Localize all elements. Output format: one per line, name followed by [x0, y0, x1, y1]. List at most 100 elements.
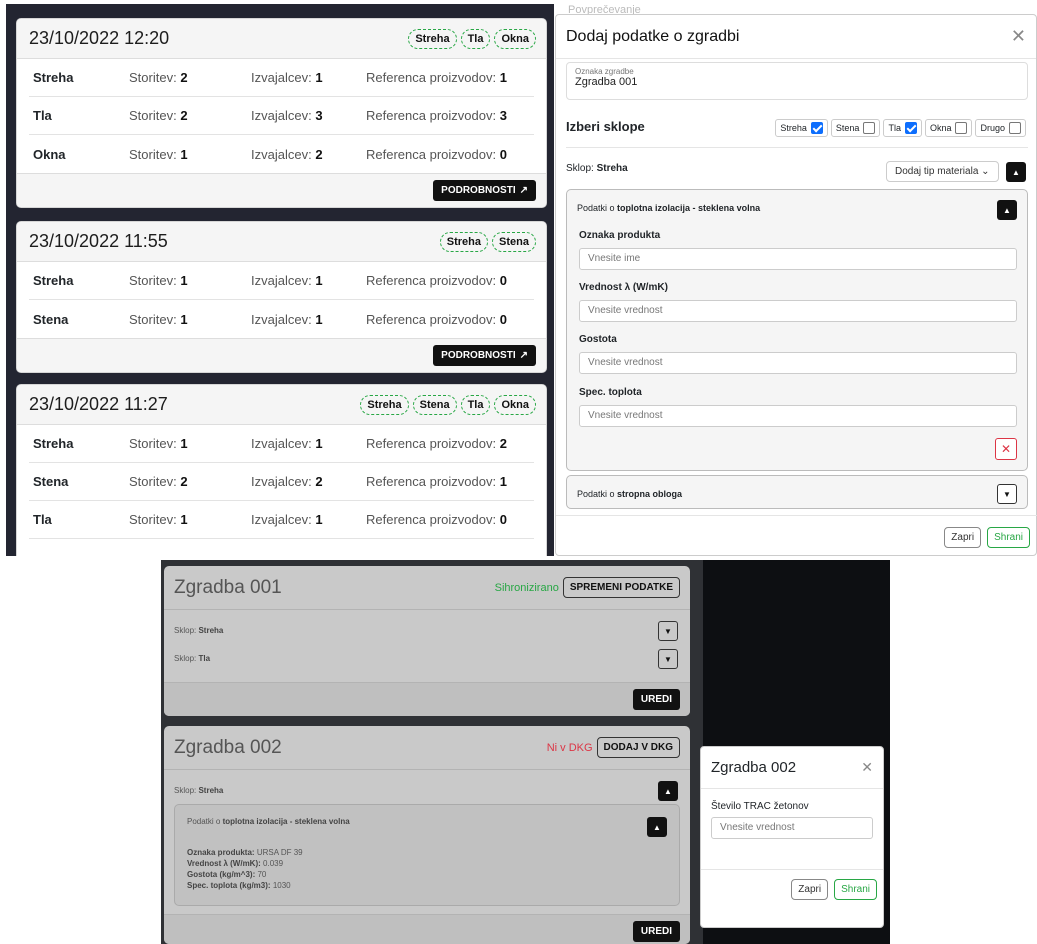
storitev-value: 1 [180, 146, 188, 162]
building-header: Zgradba 002 Ni v DKG DODAJ V DKG [164, 726, 690, 770]
row-name: Streha [33, 70, 74, 85]
delete-button[interactable]: ✕ [995, 438, 1017, 460]
material-title: Podatki o toplotna izolacija - steklena … [187, 817, 350, 826]
details-label: PODROBNOSTI [441, 350, 516, 361]
detail-value: 0.039 [263, 859, 284, 868]
modal-footer: Zapri Shrani [791, 879, 877, 900]
tag-badge: Okna [494, 394, 536, 415]
izvajalcev-label: Izvajalcev: [251, 512, 312, 527]
material-panel: Podatki o toplotna izolacija - steklena … [566, 189, 1028, 471]
detail-key: Oznaka produkta [187, 848, 252, 857]
izvajalcev-value: 1 [315, 70, 323, 85]
lambda-input[interactable]: Vnesite vrednost [579, 300, 1017, 322]
report-date: 23/10/2022 11:55 [29, 231, 168, 251]
external-link-icon: ↗ [519, 350, 528, 361]
field-label: Oznaka produkta [579, 230, 661, 241]
sklop-row: Sklop: Streha [174, 626, 223, 635]
field-label: Spec. toplota [579, 387, 642, 398]
detail-list: Oznaka produkta: URSA DF 39 Vrednost λ (… [187, 847, 303, 891]
detail-key: Vrednost λ (W/mK) [187, 859, 259, 868]
report-card-header: 23/10/2022 12:20 Streha Tla Okna [17, 19, 546, 59]
checkbox-drugo[interactable]: Drugo [975, 119, 1026, 137]
sklop-prefix: Sklop: [566, 163, 594, 174]
caret-down-icon: ▼ [664, 626, 672, 636]
checkbox-stena[interactable]: Stena [830, 119, 881, 137]
caret-down-icon: ▼ [664, 654, 672, 664]
izvajalcev-value: 2 [315, 474, 323, 489]
sklop-prefix: Sklop: [174, 786, 197, 795]
checkbox-unchecked [955, 122, 968, 134]
collapse-button[interactable]: ▲ [658, 781, 678, 801]
collapse-button[interactable]: ▲ [1006, 162, 1026, 182]
modal-footer: Zapri Shrani [944, 527, 1030, 548]
edit-data-button[interactable]: SPREMENI PODATKE [562, 577, 680, 598]
close-button[interactable]: Zapri [791, 879, 829, 900]
field-label: Vrednost λ (W/mK) [579, 282, 668, 293]
save-button[interactable]: Shrani [834, 879, 877, 900]
sections-checkboxes: Streha Stena Tla Okna Drugo [772, 119, 1026, 137]
storitev-label: Storitev: [129, 311, 177, 327]
storitev-value: 2 [180, 108, 188, 123]
product-name-input[interactable]: Vnesite ime [579, 248, 1017, 270]
storitev-value: 1 [180, 512, 188, 527]
material-name: toplotna izolacija - steklena volna [617, 203, 761, 213]
expand-button[interactable]: ▼ [658, 649, 678, 669]
close-icon: ✕ [1000, 442, 1012, 456]
row-name: Tla [33, 512, 52, 527]
edit-button[interactable]: UREDI [632, 921, 680, 942]
tokens-input[interactable]: Vnesite vrednost [711, 817, 873, 839]
caret-down-icon: ▼ [1003, 489, 1011, 499]
external-link-icon: ↗ [519, 185, 528, 196]
close-button[interactable]: Zapri [944, 527, 982, 548]
sklop-value: Tla [198, 654, 211, 663]
detail-value: 1030 [272, 881, 291, 890]
detail-item: Spec. toplota (kg/m3): 1030 [187, 881, 291, 890]
izvajalcev-value: 2 [315, 146, 323, 162]
collapse-material-button[interactable]: ▲ [997, 200, 1017, 220]
close-icon[interactable]: ✕ [1011, 26, 1026, 47]
izvajalcev-label: Izvajalcev: [251, 146, 312, 162]
detail-key: Spec. toplota (kg/m3) [187, 881, 268, 890]
details-button[interactable]: PODROBNOSTI ↗ [433, 345, 536, 366]
sklop-value: Streha [198, 786, 224, 795]
material-name: stropna obloga [617, 489, 683, 499]
row-name: Streha [33, 273, 74, 288]
sklop-prefix: Sklop: [174, 626, 197, 635]
izvajalcev-value: 1 [315, 311, 323, 327]
material-type-select[interactable]: Dodaj tip materiala ⌄ [886, 161, 999, 182]
checkbox-label: Streha [780, 123, 807, 133]
close-icon[interactable]: ✕ [861, 759, 873, 776]
checkbox-streha[interactable]: Streha [775, 119, 828, 137]
table-row: Tla Storitev: 2 Izvajalcev: 3 Referenca pro… [29, 97, 534, 135]
storitev-value: 1 [180, 436, 188, 451]
details-label: PODROBNOSTI [441, 185, 516, 196]
building-card: Zgradba 002 Ni v DKG DODAJ V DKG Sklop: … [164, 726, 690, 944]
expand-button[interactable]: ▼ [658, 621, 678, 641]
edit-button[interactable]: UREDI [632, 689, 680, 710]
building-label-field[interactable]: Oznaka zgradbe Zgradba 001 [566, 62, 1028, 100]
save-button[interactable]: Shrani [987, 527, 1030, 548]
expand-material-button[interactable]: ▼ [997, 484, 1017, 504]
checkbox-tla[interactable]: Tla [883, 119, 922, 137]
checkbox-unchecked [863, 122, 876, 134]
add-dkg-button[interactable]: DODAJ V DKG [596, 737, 680, 758]
detail-key: Gostota (kg/m^3) [187, 870, 253, 879]
collapse-material-button[interactable]: ▲ [647, 817, 667, 837]
checkbox-okna[interactable]: Okna [924, 119, 973, 137]
details-button[interactable]: PODROBNOSTI ↗ [433, 180, 536, 201]
storitev-value: 1 [180, 273, 188, 288]
heat-input[interactable]: Vnesite vrednost [579, 405, 1017, 427]
referenca-label: Referenca proizvodov: [366, 311, 497, 327]
podatki-prefix: Podatki o [187, 817, 221, 826]
tag-badge: Okna [494, 28, 536, 49]
material-title: Podatki o stropna obloga [577, 489, 682, 499]
referenca-label: Referenca proizvodov: [366, 108, 497, 123]
checkbox-checked [810, 122, 823, 134]
referenca-label: Referenca proizvodov: [366, 70, 497, 85]
izvajalcev-value: 3 [315, 108, 323, 123]
density-input[interactable]: Vnesite vrednost [579, 352, 1017, 374]
checkbox-label: Stena [835, 123, 860, 133]
status-text: Ni v DKG [546, 741, 593, 754]
izvajalcev-label: Izvajalcev: [251, 311, 312, 327]
tag-badge: Streha [360, 394, 409, 415]
